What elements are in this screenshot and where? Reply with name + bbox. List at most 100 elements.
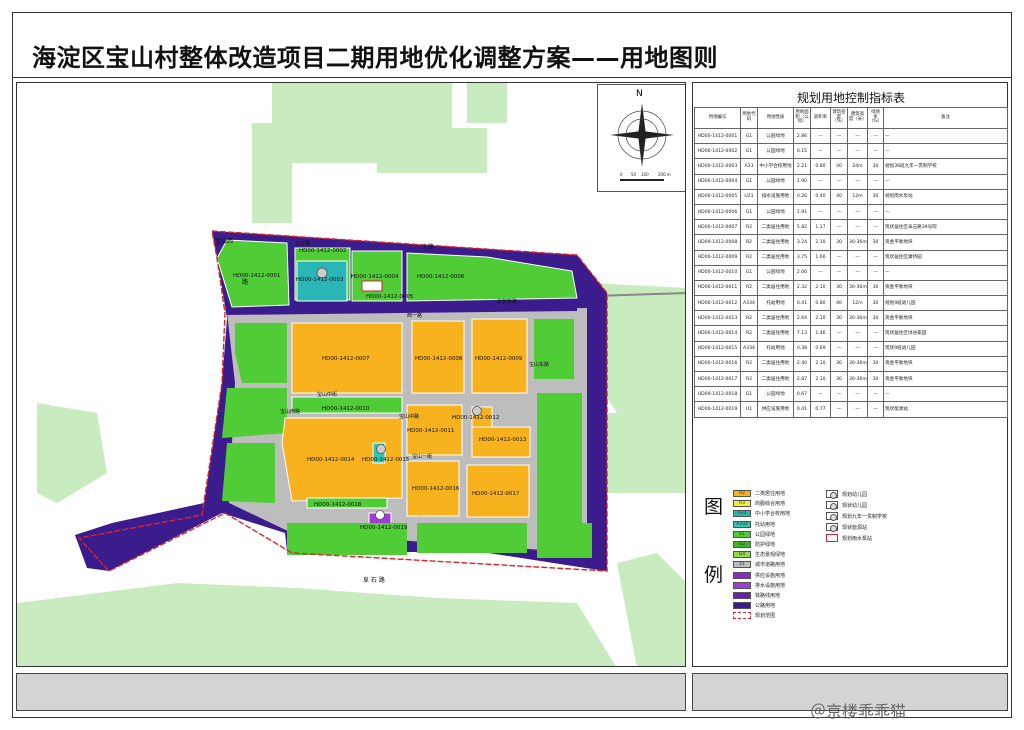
parcel-label: HD00-1412-0006 <box>417 274 465 280</box>
table-cell: HD00-1412-0005 <box>694 188 741 205</box>
table-cell: R2 <box>740 310 758 327</box>
legend-code: G1 <box>738 531 746 537</box>
legend-code: S1 <box>739 562 745 568</box>
table-cell: 3.24 <box>793 234 811 251</box>
scale-label: 0 <box>620 172 623 177</box>
parcel-0005[interactable] <box>361 280 383 292</box>
parcel-label: HD00-1412-0017 <box>472 491 520 497</box>
table-cell: 二类居住用地 <box>757 355 794 373</box>
table-cell: — <box>810 203 831 221</box>
table-cell: G1 <box>740 264 758 281</box>
table-cell: — <box>847 401 868 418</box>
table-row: HD00-1412-0017 R2 二类居住用地 2.87 2.10 30 30-36m 30… <box>694 370 1008 388</box>
table-cell: — <box>810 264 831 281</box>
table-header: 用地面积（公顷） <box>793 107 811 129</box>
legend-label: 中小学合校用地 <box>755 511 791 518</box>
table-cell: — <box>830 219 848 236</box>
legend-swatch <box>733 581 751 589</box>
legend-title: 例 <box>704 564 724 586</box>
control-panel: 规划用地控制指标表 用地编号 用地代码 用地性质 用地面积（公顷） 容积率 建筑… <box>692 82 1008 667</box>
table-row: HD00-1412-0002 G1 公园绿地 0.15— — — — — <box>694 143 1008 160</box>
table-cell: — <box>830 386 848 403</box>
table-row: HD00-1412-0010 G1 公园绿地 2.06— — — — — <box>694 264 1008 281</box>
table-cell: 40 <box>830 158 848 175</box>
table-cell: 排水设施用地 <box>757 188 794 205</box>
table-cell: 3.75 <box>793 249 811 266</box>
legend-swatch: R2 <box>733 490 751 497</box>
legend-item: R3 商服综合用地 <box>733 500 786 508</box>
table-cell: 公园绿地 <box>757 264 794 281</box>
table-cell: — <box>847 386 868 403</box>
table-cell: 30 <box>867 370 884 388</box>
table-cell: 中小学合校用地 <box>757 158 794 175</box>
legend-code: G4 <box>738 552 746 558</box>
road-label: 北路 <box>422 243 434 251</box>
legend-symbol-icon <box>826 512 838 521</box>
table-row: HD00-1412-0003 A33 中小学合校用地 2.21 0.80 40 24m 30 规… <box>694 158 1008 175</box>
legend-label: 规划幼儿园 <box>842 491 868 498</box>
table-header: 绿地率（%） <box>867 107 884 129</box>
table-cell: 1.90 <box>793 173 811 190</box>
table-cell: 二类居住用地 <box>757 249 794 266</box>
table-cell: 2.40 <box>793 355 811 373</box>
legend-label: 现状能源站 <box>842 524 868 531</box>
table-cell: — <box>883 127 1008 145</box>
table-cell: 0.38 <box>793 340 811 357</box>
table-row: HD00-1412-0007 R2 二类居住用地 5.82 1.17— — — 现状居住区阜石… <box>694 219 1008 236</box>
green-south <box>417 523 527 553</box>
green-west <box>222 388 287 438</box>
table-cell: 公园绿地 <box>757 386 794 403</box>
table-cell: 0.15 <box>793 143 811 160</box>
table-cell: — <box>847 264 868 281</box>
legend-symbol-icon <box>826 501 838 510</box>
table-header: 备注 <box>883 107 1008 129</box>
table-cell: HD00-1412-0012 <box>694 295 741 312</box>
table-cell: — <box>867 203 884 221</box>
table-cell: HD00-1412-0006 <box>694 203 741 221</box>
table-cell: — <box>883 143 1008 160</box>
table-cell: — <box>883 203 1008 221</box>
table-row: HD00-1412-0019 U1 供应设施用地 0.41 0.77— — — 现状能源站 <box>694 401 1008 418</box>
table-cell: — <box>867 173 884 190</box>
table-cell: R2 <box>740 249 758 266</box>
table-cell: 现状居住区康桥园 <box>883 249 1008 266</box>
table-cell: 2.86 <box>793 127 811 145</box>
table-cell: 1.46 <box>810 325 831 342</box>
legend-item: 规划九年一贯制学校 <box>826 512 887 521</box>
table-cell: HD00-1412-0010 <box>694 264 741 281</box>
legend-label: 商服综合用地 <box>755 501 786 508</box>
table-cell: HD00-1412-0019 <box>694 401 741 418</box>
table-cell: — <box>830 127 848 145</box>
table-cell: 0.40 <box>810 188 831 205</box>
table-cell: 规划雨水泵站 <box>883 188 1008 205</box>
legend-label: 规划雨水泵站 <box>842 535 873 542</box>
table-row: HD00-1412-0012 A334 托幼用地 0.41 0.80 40 12m 30 规划9… <box>694 295 1008 312</box>
railway-label: 京包铁路 <box>497 298 517 305</box>
legend-label: 排水设施用地 <box>755 582 786 589</box>
road-label: 宝山一街 <box>412 453 432 460</box>
table-cell: 30-36m <box>847 310 868 327</box>
table-cell: 2.06 <box>793 264 811 281</box>
table-cell: 0.80 <box>810 158 831 175</box>
legend-label: 铁路线用地 <box>755 593 781 599</box>
parcel-label: HD00-1412-0009 <box>475 356 523 362</box>
table-cell: A334 <box>740 340 758 357</box>
parcel-label: HD00-1412-0007 <box>322 356 370 362</box>
table-cell: G1 <box>740 143 758 160</box>
table-cell: — <box>883 173 1008 190</box>
legend-label: 生态景观绿地 <box>755 552 786 559</box>
table-cell: 供应设施用地 <box>757 401 794 418</box>
table-cell: 30 <box>867 158 884 175</box>
table-header: 建筑密度（%） <box>830 107 848 129</box>
legend-swatch <box>733 612 751 620</box>
parcel-label: HD00-1412-0003 <box>296 277 344 283</box>
table-row: HD00-1412-0018 G1 公园绿地 0.67— — — — — <box>694 386 1008 403</box>
legend-item: 公路用地 <box>733 602 775 610</box>
legend-label: 托幼用地 <box>755 521 776 528</box>
road-label: 宝山中路 <box>399 413 419 420</box>
green-west <box>222 443 275 503</box>
table-cell: 规划9班幼儿园 <box>883 295 1008 312</box>
table-cell: 0.67 <box>793 386 811 403</box>
parcel-label: HD00-1412-0012 <box>452 415 499 421</box>
table-cell: 2.64 <box>793 310 811 327</box>
